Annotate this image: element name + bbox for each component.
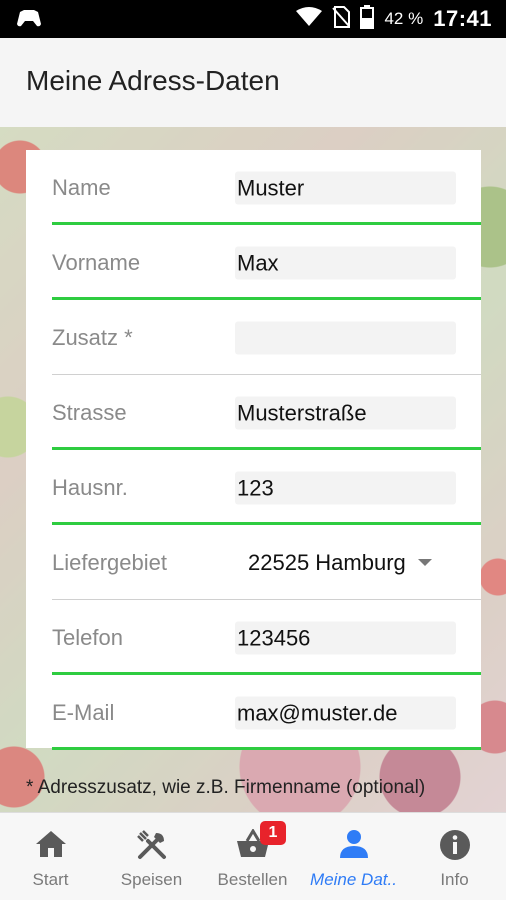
- status-bar: 42 % 17:41: [0, 0, 506, 38]
- liefergebiet-select[interactable]: 22525 Hamburg: [248, 550, 432, 576]
- footnote: * Adresszusatz, wie z.B. Firmenname (opt…: [26, 777, 426, 798]
- field-label: Vorname: [52, 249, 141, 275]
- form-row-zusatz: Zusatz *: [26, 300, 481, 375]
- hausnr-input[interactable]: [235, 471, 456, 504]
- field-label: Strasse: [52, 399, 127, 425]
- form-row-name: Name: [26, 150, 481, 225]
- fork-knife-icon: [136, 830, 166, 859]
- tab-start[interactable]: Start: [0, 813, 101, 900]
- info-icon: [439, 830, 470, 860]
- person-icon: [339, 830, 368, 858]
- field-label: Zusatz *: [52, 324, 133, 350]
- email-input[interactable]: [235, 696, 456, 729]
- field-label: E-Mail: [52, 699, 115, 725]
- zusatz-input[interactable]: [235, 321, 456, 354]
- home-icon: [35, 831, 66, 857]
- field-label: Telefon: [52, 624, 123, 650]
- vorname-input[interactable]: [235, 246, 456, 279]
- form-row-vorname: Vorname: [26, 225, 481, 300]
- dropdown-caret-icon: [417, 559, 432, 566]
- tab-label: Speisen: [120, 870, 183, 889]
- tab-label: Bestellen: [217, 870, 288, 889]
- form-row-liefergebiet: Liefergebiet 22525 Hamburg: [26, 525, 481, 600]
- bottom-tab-bar: Start Speisen 1 Bestellen Μeine Dat.. In…: [0, 812, 506, 900]
- battery-icon: [360, 4, 375, 34]
- page-title: Meine Adress-Daten: [26, 65, 280, 96]
- tab-speisen[interactable]: Speisen: [101, 813, 202, 900]
- form-row-telefon: Telefon: [26, 600, 481, 675]
- field-underline: [52, 747, 481, 750]
- field-label: Liefergebiet: [52, 549, 167, 575]
- field-label: Hausnr.: [52, 474, 128, 500]
- form-row-hausnr: Hausnr.: [26, 450, 481, 525]
- gamepad-icon: [16, 8, 42, 33]
- select-value: 22525 Hamburg: [248, 549, 406, 575]
- tab-label: Start: [32, 870, 69, 889]
- name-input[interactable]: [235, 171, 456, 204]
- telefon-input[interactable]: [235, 621, 456, 654]
- strasse-input[interactable]: [235, 396, 456, 429]
- form-row-strasse: Strasse: [26, 375, 481, 450]
- cart-count-badge: 1: [260, 821, 286, 845]
- tab-label: Μeine Dat..: [310, 870, 397, 889]
- no-sim-icon: [332, 5, 351, 33]
- tab-label: Info: [440, 870, 469, 889]
- tab-meine-daten[interactable]: Μeine Dat..: [303, 813, 404, 900]
- field-label: Name: [52, 174, 111, 200]
- battery-percent: 42 %: [384, 9, 424, 28]
- form-row-email: E-Mail: [26, 675, 481, 750]
- clock: 17:41: [433, 6, 492, 31]
- app-bar: Meine Adress-Daten: [0, 38, 506, 127]
- wifi-icon: [296, 6, 323, 32]
- tab-bestellen[interactable]: 1 Bestellen: [202, 813, 303, 900]
- tab-info[interactable]: Info: [404, 813, 505, 900]
